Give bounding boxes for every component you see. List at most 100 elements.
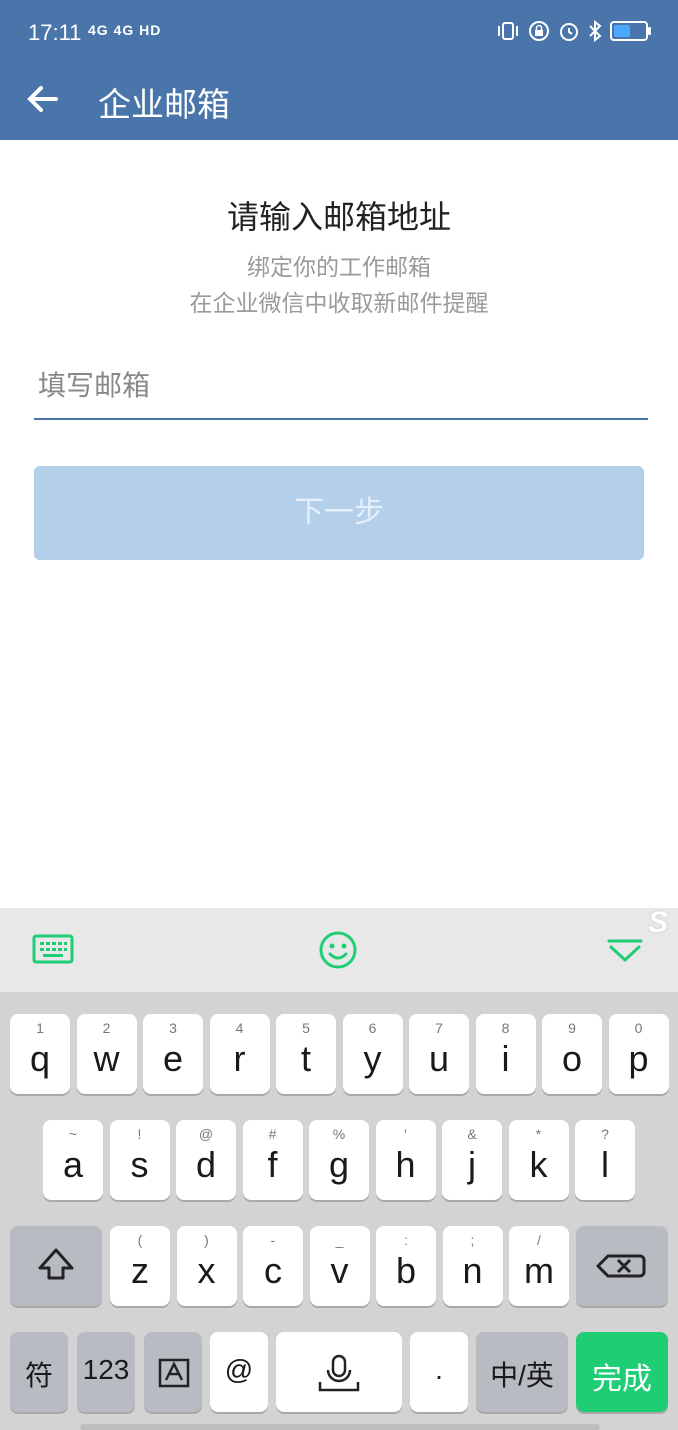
key-hint: & <box>467 1126 477 1142</box>
key-l[interactable]: ? l <box>575 1120 635 1200</box>
key-letter: l <box>601 1144 609 1185</box>
period-key[interactable]: . <box>410 1332 468 1412</box>
key-hint: * <box>535 1126 542 1142</box>
key-hint: ' <box>404 1126 407 1142</box>
key-letter: u <box>428 1038 450 1079</box>
key-h[interactable]: ' h <box>375 1120 436 1200</box>
key-hint: @ <box>198 1126 214 1142</box>
key-letter: g <box>328 1144 350 1185</box>
key-letter: m <box>524 1250 554 1291</box>
key-p[interactable]: 0p <box>608 1014 669 1094</box>
key-hint: 5 <box>302 1020 310 1036</box>
status-bar: 17:11 4G 4G HD <box>0 0 678 70</box>
text-edit-icon <box>158 1358 190 1388</box>
key-t[interactable]: 5t <box>276 1014 336 1094</box>
key-o[interactable]: 9o <box>542 1014 602 1094</box>
text-edit-key[interactable] <box>144 1332 202 1412</box>
alarm-icon <box>560 23 578 41</box>
key-q[interactable]: 1q <box>10 1014 70 1094</box>
key-letter: h <box>395 1144 416 1185</box>
key-b[interactable]: :b <box>376 1226 436 1306</box>
key-letter: b <box>395 1250 417 1291</box>
key-letter: t <box>300 1038 311 1079</box>
key-letter: f <box>267 1144 278 1185</box>
form-subtitle-line2: 在企业微信中收取新邮件提醒 <box>189 291 489 317</box>
key-m[interactable]: / m <box>509 1226 569 1306</box>
key-letter: e <box>162 1038 184 1079</box>
next-button[interactable]: 下一步 <box>34 466 644 560</box>
shift-key[interactable] <box>10 1226 102 1306</box>
key-g[interactable]: % g <box>309 1120 369 1200</box>
key-hint: - <box>270 1232 276 1248</box>
collapse-keyboard-button[interactable] <box>606 938 644 970</box>
key-v[interactable]: _ v <box>309 1226 370 1306</box>
status-icons <box>496 20 651 42</box>
key-hint: ? <box>601 1126 609 1142</box>
key-hint: 8 <box>501 1020 510 1036</box>
space-voice-key[interactable] <box>276 1332 402 1412</box>
key-f[interactable]: # f <box>242 1120 303 1200</box>
status-time: 17:11 <box>28 20 82 45</box>
key-letter: a <box>62 1144 84 1185</box>
key-letter: p <box>628 1038 649 1079</box>
key-w[interactable]: 2w <box>76 1014 137 1094</box>
key-letter: k <box>529 1144 548 1185</box>
done-key[interactable]: 完成 <box>576 1332 668 1412</box>
key-x[interactable]: ) x <box>176 1226 237 1306</box>
email-input[interactable] <box>34 352 648 420</box>
key-hint: 0 <box>634 1020 643 1036</box>
emoji-button[interactable] <box>318 930 358 974</box>
lock-rotation-icon <box>529 21 549 41</box>
key-letter: w <box>93 1038 120 1079</box>
page-title: 企业邮箱 <box>98 85 230 124</box>
key-hint: 2 <box>102 1020 111 1036</box>
key-letter: s <box>130 1144 149 1185</box>
key-a[interactable]: ~ a <box>43 1120 103 1200</box>
at-key[interactable]: @ <box>210 1332 268 1412</box>
emoji-icon <box>319 931 357 969</box>
back-button[interactable] <box>26 74 60 128</box>
microphone-icon <box>318 1354 360 1392</box>
shift-icon <box>38 1248 74 1280</box>
symbols-key-label: 符 <box>24 1360 53 1391</box>
key-hint: ; <box>470 1232 475 1248</box>
key-letter: y <box>363 1038 382 1079</box>
backspace-key[interactable] <box>576 1226 668 1306</box>
key-letter: i <box>501 1038 510 1079</box>
key-letter: o <box>561 1038 583 1079</box>
numbers-key[interactable]: 123 <box>77 1332 135 1412</box>
keyboard-switch-button[interactable] <box>32 932 74 970</box>
key-hint: 7 <box>435 1020 443 1036</box>
key-d[interactable]: @ d <box>176 1120 236 1200</box>
key-z[interactable]: (z <box>110 1226 170 1306</box>
key-letter: c <box>264 1250 282 1291</box>
key-letter: x <box>197 1250 216 1291</box>
key-hint: / <box>537 1232 541 1248</box>
key-hint: 3 <box>169 1020 177 1036</box>
key-r[interactable]: 4r <box>209 1014 270 1094</box>
key-letter: z <box>131 1250 149 1291</box>
key-s[interactable]: ! s <box>109 1120 170 1200</box>
collapse-icon <box>607 939 643 962</box>
app-bar: 企业邮箱 <box>0 70 678 140</box>
language-toggle-key[interactable]: 中/英 <box>476 1332 568 1412</box>
key-hint: ( <box>137 1232 143 1248</box>
key-k[interactable]: * k <box>508 1120 569 1200</box>
key-hint: % <box>332 1126 346 1142</box>
key-y[interactable]: 6y <box>342 1014 403 1094</box>
symbols-key[interactable]: 符 <box>10 1332 68 1412</box>
key-e[interactable]: 3e <box>143 1014 203 1094</box>
key-j[interactable]: & j <box>442 1120 502 1200</box>
key-c[interactable]: -c <box>243 1226 303 1306</box>
key-n[interactable]: ; n <box>442 1226 503 1306</box>
key-hint: _ <box>335 1232 344 1248</box>
numbers-key-label: 123 <box>82 1354 130 1385</box>
key-hint: # <box>268 1126 277 1142</box>
key-hint: 6 <box>368 1020 377 1036</box>
key-i[interactable]: 8i <box>475 1014 536 1094</box>
language-toggle-key-label: 中/英 <box>490 1360 554 1391</box>
done-key-label: 完成 <box>592 1363 652 1396</box>
signal-indicators: 4G 4G HD <box>88 22 162 38</box>
key-u[interactable]: 7u <box>409 1014 469 1094</box>
arrow-left-icon <box>27 86 58 112</box>
